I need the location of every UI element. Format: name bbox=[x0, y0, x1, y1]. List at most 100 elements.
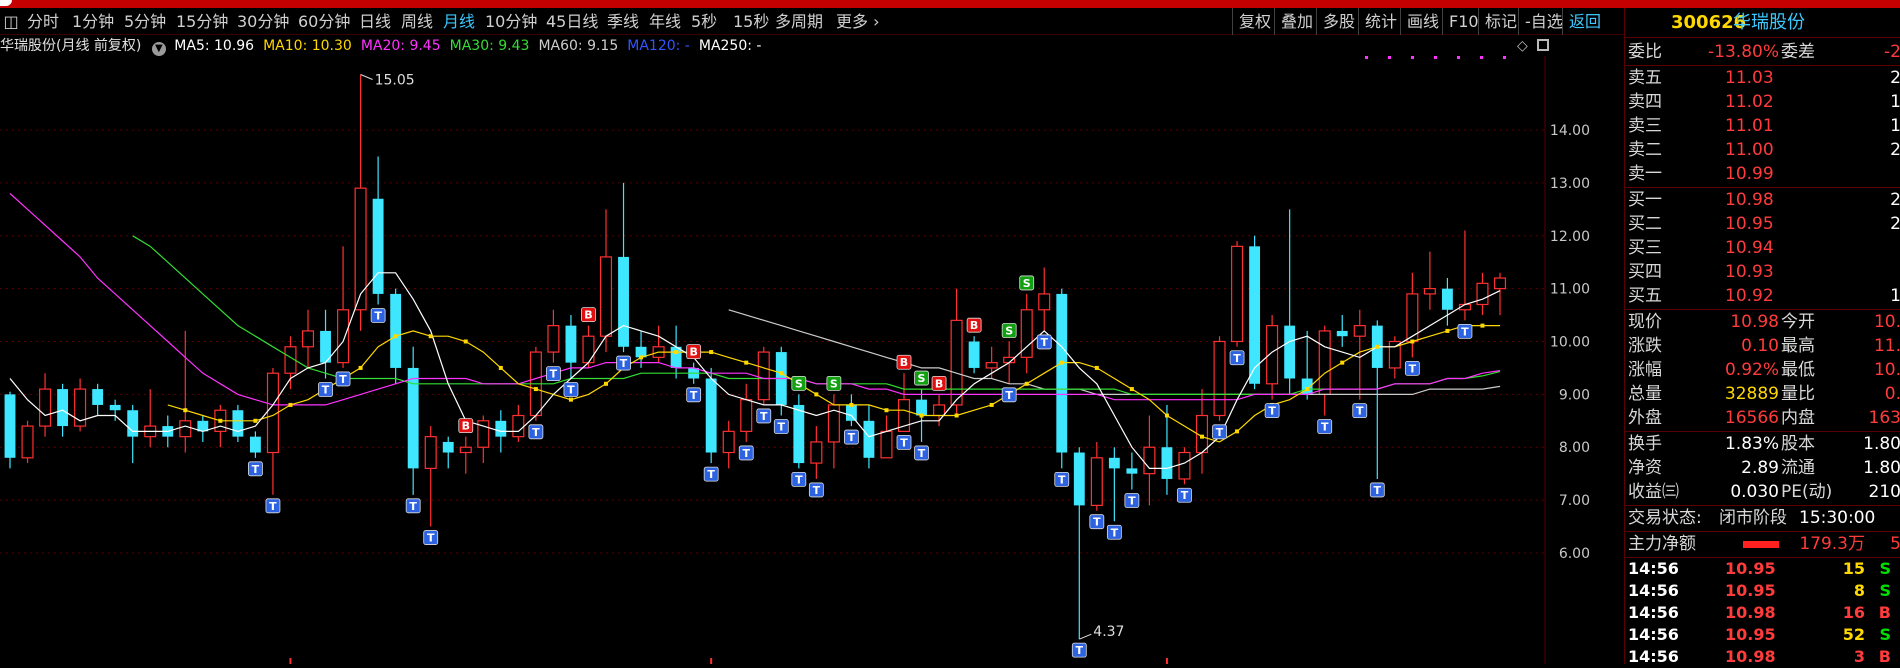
stat-label: 最低 bbox=[1781, 360, 1815, 380]
legend-toggle-icon[interactable]: ▼ bbox=[151, 42, 166, 56]
tab-6[interactable]: 日线 bbox=[359, 8, 391, 35]
buy-volume: 1 bbox=[1890, 286, 1900, 306]
t-marker-label: T bbox=[707, 468, 715, 481]
tab-13[interactable]: 5秒 bbox=[691, 8, 717, 35]
candle-body bbox=[495, 420, 507, 437]
y-tick-label: 11.00 bbox=[1550, 282, 1590, 298]
sell-row: 卖三 11.01 1 bbox=[1625, 114, 1900, 138]
ma10-dot bbox=[498, 365, 503, 370]
tab-3[interactable]: 15分钟 bbox=[176, 8, 228, 35]
tick-price: 10.98 bbox=[1725, 647, 1776, 666]
sell-volume: 2 bbox=[1890, 68, 1900, 88]
sell-row: 卖二 11.00 2 bbox=[1625, 138, 1900, 162]
stat-value: 1.80 bbox=[1863, 458, 1900, 478]
main-flow-bar bbox=[1743, 541, 1779, 548]
diamond-icon[interactable]: ◇ bbox=[1517, 36, 1528, 56]
stat-row: 涨跌 0.10 最高 11. bbox=[1625, 334, 1900, 358]
top-title-strip bbox=[0, 0, 1900, 8]
stat-value: 10. bbox=[1873, 312, 1900, 332]
t-marker-label: T bbox=[848, 431, 856, 444]
tab-5[interactable]: 60分钟 bbox=[298, 8, 350, 35]
panel-toggle-icon[interactable]: ◫ bbox=[2, 8, 20, 35]
tick-volume: 52 bbox=[1842, 625, 1865, 644]
tab-0[interactable]: 分时 bbox=[27, 8, 59, 35]
candle-body bbox=[92, 389, 104, 405]
y-tick-label: 14.00 bbox=[1550, 123, 1590, 139]
t-marker-label: T bbox=[567, 384, 575, 397]
ma-legend-item-2: MA20: 9.45 bbox=[360, 38, 441, 54]
tab-7[interactable]: 周线 bbox=[401, 8, 433, 35]
buy-label: 买一 bbox=[1628, 190, 1662, 210]
t-marker-label: T bbox=[374, 309, 382, 322]
stat-value: 0. bbox=[1884, 384, 1900, 404]
t-marker-label: T bbox=[1076, 644, 1084, 657]
tick-time: 14:56 bbox=[1628, 559, 1679, 578]
ma10-dot bbox=[779, 371, 784, 376]
ma10-dot bbox=[814, 392, 819, 397]
ma10-dot bbox=[393, 334, 398, 339]
tab-4[interactable]: 30分钟 bbox=[237, 8, 289, 35]
tool-button-3[interactable]: 统计 bbox=[1358, 8, 1397, 35]
y-tick-label: 13.00 bbox=[1550, 176, 1590, 192]
ma60-line bbox=[728, 309, 1501, 395]
candle-body bbox=[722, 430, 735, 454]
candle-body bbox=[1476, 282, 1489, 306]
tab-9[interactable]: 10分钟 bbox=[485, 8, 537, 35]
candlestick-chart[interactable]: 14.00 13.00 12.00 11.00 10.00 9.00 8.00 7.00 6.0… bbox=[0, 56, 1624, 664]
window-icon[interactable] bbox=[1537, 39, 1549, 51]
tool-button-0[interactable]: 复权 bbox=[1232, 8, 1271, 35]
sell-price: 11.00 bbox=[1725, 140, 1774, 160]
tool-button-7[interactable]: -自选 bbox=[1518, 8, 1563, 35]
candle-body bbox=[354, 187, 367, 311]
tool-button-1[interactable]: 叠加 bbox=[1274, 8, 1313, 35]
buy-row: 买五 10.92 1 bbox=[1625, 284, 1900, 308]
b-marker-label: B bbox=[935, 377, 943, 390]
sell-price: 10.99 bbox=[1725, 164, 1774, 184]
tool-button-6[interactable]: 标记 bbox=[1478, 8, 1517, 35]
tab-14[interactable]: 15秒 bbox=[733, 8, 769, 35]
candle-body bbox=[1108, 457, 1120, 469]
tab-8[interactable]: 月线 bbox=[443, 8, 475, 35]
candle-body bbox=[424, 436, 437, 469]
t-marker-label: T bbox=[1321, 421, 1329, 434]
stat-value: 32889 bbox=[1724, 384, 1779, 404]
tab-15[interactable]: 多周期 bbox=[775, 8, 823, 35]
sell-label: 卖一 bbox=[1628, 164, 1662, 184]
ma-legend: 华瑞股份(月线 前复权) ▼ MA5: 10.96 MA10: 10.30 MA20… bbox=[0, 36, 1549, 56]
candle-body bbox=[1284, 325, 1296, 379]
weidiff-value: -2 bbox=[1884, 42, 1900, 62]
tab-1[interactable]: 1分钟 bbox=[72, 8, 114, 35]
tab-12[interactable]: 年线 bbox=[649, 8, 681, 35]
tab-10[interactable]: 45日线 bbox=[546, 8, 598, 35]
candle-body bbox=[547, 325, 560, 353]
ma10-dot bbox=[954, 413, 959, 418]
candle-body bbox=[1178, 451, 1191, 480]
tool-button-2[interactable]: 多股 bbox=[1316, 8, 1355, 35]
ma10-dot bbox=[604, 381, 608, 386]
ma10-dot bbox=[1235, 429, 1240, 434]
candle-body bbox=[1126, 468, 1138, 474]
tick-price: 10.98 bbox=[1725, 603, 1776, 622]
candle-body bbox=[127, 410, 139, 437]
t-marker-label: T bbox=[339, 373, 347, 386]
indicator-dot bbox=[1365, 56, 1368, 59]
buy-price: 10.92 bbox=[1725, 286, 1774, 306]
tool-button-8[interactable]: 返回 bbox=[1562, 8, 1601, 35]
stat-value: 2.89 bbox=[1741, 458, 1779, 478]
stat-row: 外盘 16566 内盘 163 bbox=[1625, 406, 1900, 430]
tool-button-5[interactable]: F10 bbox=[1442, 8, 1479, 35]
t-marker-label: T bbox=[1233, 352, 1241, 365]
stat-row: 收益㈢ 0.030 PE(动) 210 bbox=[1625, 480, 1900, 504]
sell-label: 卖二 bbox=[1628, 140, 1662, 160]
weibi-label: 委比 bbox=[1628, 42, 1662, 62]
candle-body bbox=[618, 256, 629, 347]
tab-11[interactable]: 季线 bbox=[607, 8, 639, 35]
tool-button-4[interactable]: 画线 bbox=[1400, 8, 1439, 35]
sell-price: 11.03 bbox=[1725, 68, 1774, 88]
t-marker-label: T bbox=[269, 500, 277, 513]
tab-2[interactable]: 5分钟 bbox=[124, 8, 166, 35]
tab-16[interactable]: 更多 › bbox=[836, 8, 880, 35]
sell-volume: 1 bbox=[1890, 116, 1900, 136]
stat-row: 换手 1.83% 股本 1.80 bbox=[1625, 432, 1900, 456]
ma10-dot bbox=[533, 387, 538, 392]
